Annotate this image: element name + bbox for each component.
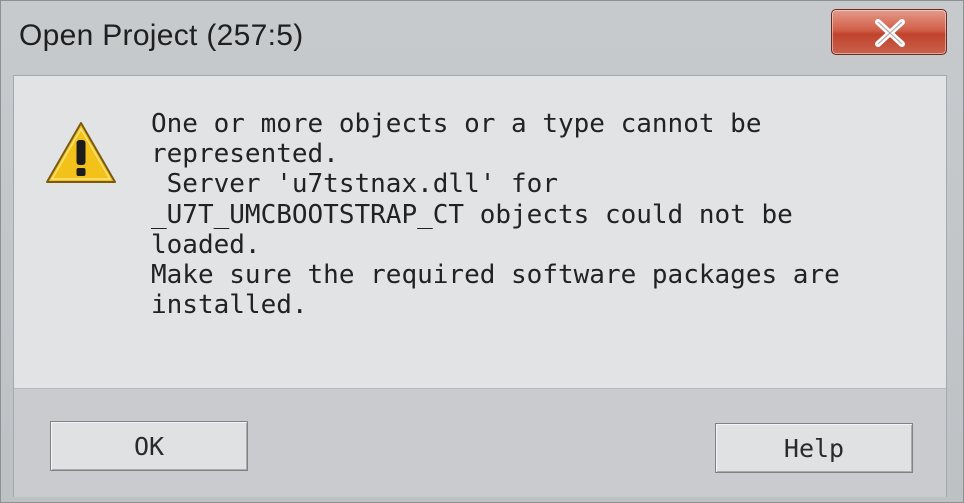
close-button[interactable] bbox=[831, 9, 947, 55]
dialog-body: One or more objects or a type cannot be … bbox=[13, 75, 947, 497]
close-x-icon bbox=[875, 19, 905, 47]
message-line: Server 'u7tstnax.dll' for bbox=[151, 169, 558, 200]
message-line: represented. bbox=[151, 139, 339, 170]
dialog-window: Open Project (257:5) One or more objects… bbox=[0, 0, 964, 503]
message-line: loaded. bbox=[151, 229, 261, 260]
message-line: One or more objects or a type cannot be bbox=[151, 109, 762, 139]
button-bar: OK Help bbox=[14, 388, 946, 497]
message-line: installed. bbox=[151, 290, 308, 321]
message-line: Make sure the required software packages… bbox=[151, 260, 840, 291]
warning-triangle-icon bbox=[46, 122, 116, 183]
dialog-title: Open Project (257:5) bbox=[19, 19, 304, 52]
error-message: One or more objects or a type cannot be … bbox=[151, 109, 931, 320]
ok-button[interactable]: OK bbox=[50, 421, 248, 471]
help-button[interactable]: Help bbox=[715, 423, 913, 473]
message-line: _U7T_UMCBOOTSTRAP_CT objects could not b… bbox=[151, 199, 793, 230]
title-bar[interactable]: Open Project (257:5) bbox=[1, 1, 963, 75]
message-area: One or more objects or a type cannot be … bbox=[14, 76, 946, 388]
